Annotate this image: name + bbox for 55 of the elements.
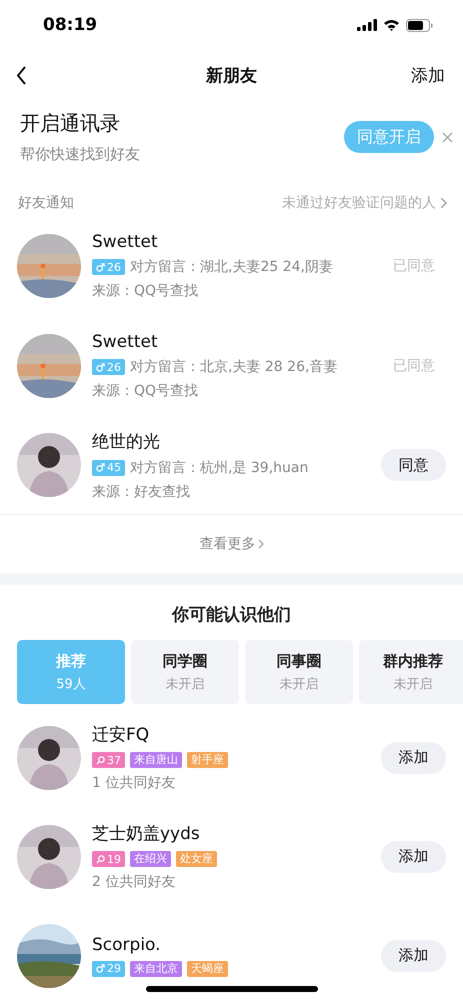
category-tab[interactable]: 群内推荐 未开启 — [359, 640, 463, 704]
signal-icon — [357, 19, 377, 31]
mutual-friends-text: 1 位共同好友 — [92, 774, 176, 792]
source-text: 来源：QQ号查找 — [92, 282, 200, 300]
male-icon — [96, 964, 105, 973]
info-tag: 处女座 — [176, 851, 217, 867]
add-button[interactable]: 添加 — [411, 64, 445, 86]
female-icon — [96, 854, 105, 864]
chevron-icon — [440, 197, 447, 209]
chevron-icon — [258, 539, 264, 549]
male-icon — [96, 262, 105, 272]
mutual-friends-text: 2 位共同好友 — [92, 873, 176, 891]
add-friend-button[interactable]: 添加 — [381, 940, 446, 972]
add-friend-button[interactable]: 添加 — [381, 742, 446, 774]
battery-icon — [406, 18, 433, 32]
category-tab[interactable]: 同学圈 未开启 — [131, 640, 239, 704]
info-tag: 在绍兴 — [130, 851, 171, 867]
status-time: 08:19 — [43, 15, 98, 35]
add-friend-button[interactable]: 添加 — [381, 840, 446, 872]
message-text: 对方留言：湖北,夫妻25 24,阴妻 — [130, 258, 333, 276]
male-icon — [96, 362, 105, 372]
banner-title: 开启通讯录 — [20, 110, 121, 137]
age-tag: 26 — [92, 359, 125, 375]
info-tag: 射手座 — [187, 752, 228, 768]
banner-subtitle: 帮你快速找到好友 — [20, 145, 141, 164]
see-more-link[interactable]: 查看更多 — [200, 535, 264, 553]
male-icon — [96, 463, 105, 472]
user-name: 迁安FQ — [92, 724, 150, 746]
source-text: 来源：好友查找 — [92, 482, 191, 500]
back-icon[interactable] — [16, 66, 27, 84]
source-text: 来源：QQ号查找 — [92, 382, 200, 400]
message-text: 对方留言：北京,夫妻 28 26,音妻 — [130, 358, 338, 376]
age-tag: 37 — [92, 752, 125, 768]
info-tag: 天蝎座 — [187, 960, 228, 976]
accept-button[interactable]: 同意 — [381, 449, 446, 481]
user-name: Scorpio. — [92, 934, 162, 954]
age-tag: 45 — [92, 460, 125, 476]
user-name: 芝士奶盖yyds — [92, 823, 201, 845]
female-icon — [96, 756, 105, 764]
status-text: 已同意 — [392, 257, 436, 275]
user-name: 绝世的光 — [92, 430, 161, 452]
section-title: 你可能认识他们 — [170, 604, 292, 627]
category-tab[interactable]: 同事圈 未开启 — [245, 640, 353, 704]
user-name: Swettet — [92, 332, 159, 352]
info-tag: 来自北京 — [130, 960, 182, 976]
message-text: 对方留言：杭州,是 39,huan — [130, 458, 308, 476]
user-name: Swettet — [92, 232, 159, 252]
status-text: 已同意 — [392, 357, 436, 375]
info-tag: 来自唐山 — [130, 752, 182, 768]
age-tag: 19 — [92, 851, 125, 867]
wifi-icon — [383, 19, 400, 31]
age-tag: 29 — [92, 960, 125, 976]
section-title: 好友通知 — [18, 194, 74, 212]
page-title: 新朋友 — [206, 64, 257, 86]
age-tag: 26 — [92, 259, 125, 275]
